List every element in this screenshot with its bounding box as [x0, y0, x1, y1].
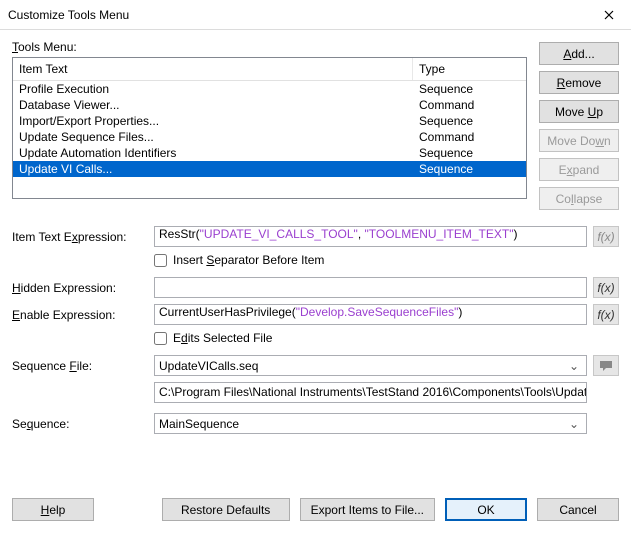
- export-items-button[interactable]: Export Items to File...: [300, 498, 435, 521]
- browse-file-button[interactable]: [593, 355, 619, 376]
- sequence-file-combo[interactable]: UpdateVICalls.seq ⌄: [154, 355, 587, 376]
- list-item[interactable]: Database Viewer...Command: [13, 97, 526, 113]
- list-item[interactable]: Update Sequence Files...Command: [13, 129, 526, 145]
- sequence-label: Sequence:: [12, 417, 154, 431]
- list-item-type: Sequence: [413, 145, 526, 161]
- collapse-button[interactable]: Collapse: [539, 187, 619, 210]
- list-item-type: Sequence: [413, 113, 526, 129]
- add-button[interactable]: Add...: [539, 42, 619, 65]
- ok-button[interactable]: OK: [445, 498, 527, 521]
- list-item-type: Sequence: [413, 161, 526, 177]
- sequence-file-label: Sequence File:: [12, 359, 154, 373]
- help-button[interactable]: Help: [12, 498, 94, 521]
- remove-button[interactable]: Remove: [539, 71, 619, 94]
- sequence-file-path: C:\Program Files\National Instruments\Te…: [154, 382, 587, 403]
- tools-menu-list[interactable]: Item Text Type Profile ExecutionSequence…: [12, 57, 527, 199]
- list-item-text: Database Viewer...: [13, 97, 413, 113]
- cancel-button[interactable]: Cancel: [537, 498, 619, 521]
- edits-selected-file-checkbox[interactable]: [154, 332, 167, 345]
- titlebar: Customize Tools Menu: [0, 0, 631, 30]
- list-item-text: Update VI Calls...: [13, 161, 413, 177]
- chevron-down-icon: ⌄: [566, 359, 582, 373]
- list-item-type: Command: [413, 97, 526, 113]
- speech-bubble-icon: [599, 360, 613, 372]
- list-item-type: Command: [413, 129, 526, 145]
- move-up-button[interactable]: Move Up: [539, 100, 619, 123]
- list-item[interactable]: Update Automation IdentifiersSequence: [13, 145, 526, 161]
- edits-selected-file-label[interactable]: Edits Selected File: [173, 331, 272, 345]
- enable-expr-input[interactable]: CurrentUserHasPrivilege("Develop.SaveSeq…: [154, 304, 587, 325]
- insert-separator-checkbox[interactable]: [154, 254, 167, 267]
- fx-button-itemtext[interactable]: f(x): [593, 226, 619, 247]
- close-icon: [604, 10, 614, 20]
- hidden-expr-input[interactable]: [154, 277, 587, 298]
- list-item-text: Profile Execution: [13, 81, 413, 97]
- list-item-text: Import/Export Properties...: [13, 113, 413, 129]
- expand-button[interactable]: Expand: [539, 158, 619, 181]
- sequence-combo[interactable]: MainSequence ⌄: [154, 413, 587, 434]
- list-item[interactable]: Import/Export Properties...Sequence: [13, 113, 526, 129]
- chevron-down-icon: ⌄: [566, 417, 582, 431]
- col-header-item[interactable]: Item Text: [13, 58, 413, 80]
- move-down-button[interactable]: Move Down: [539, 129, 619, 152]
- list-item-text: Update Automation Identifiers: [13, 145, 413, 161]
- item-text-expr-input[interactable]: ResStr("UPDATE_VI_CALLS_TOOL", "TOOLMENU…: [154, 226, 587, 247]
- close-button[interactable]: [587, 0, 631, 30]
- list-item[interactable]: Profile ExecutionSequence: [13, 81, 526, 97]
- item-text-expr-label: Item Text Expression:: [12, 230, 154, 244]
- fx-button-enable[interactable]: f(x): [593, 304, 619, 325]
- restore-defaults-button[interactable]: Restore Defaults: [162, 498, 290, 521]
- list-item-type: Sequence: [413, 81, 526, 97]
- fx-button-hidden[interactable]: f(x): [593, 277, 619, 298]
- list-item-text: Update Sequence Files...: [13, 129, 413, 145]
- window-title: Customize Tools Menu: [8, 8, 587, 22]
- enable-expr-label: Enable Expression:: [12, 308, 154, 322]
- insert-separator-label[interactable]: Insert Separator Before Item: [173, 253, 324, 267]
- list-item[interactable]: Update VI Calls...Sequence: [13, 161, 526, 177]
- hidden-expr-label: Hidden Expression:: [12, 281, 154, 295]
- col-header-type[interactable]: Type: [413, 58, 526, 80]
- list-header: Item Text Type: [13, 58, 526, 81]
- tools-menu-label: Tools Menu:: [12, 40, 527, 54]
